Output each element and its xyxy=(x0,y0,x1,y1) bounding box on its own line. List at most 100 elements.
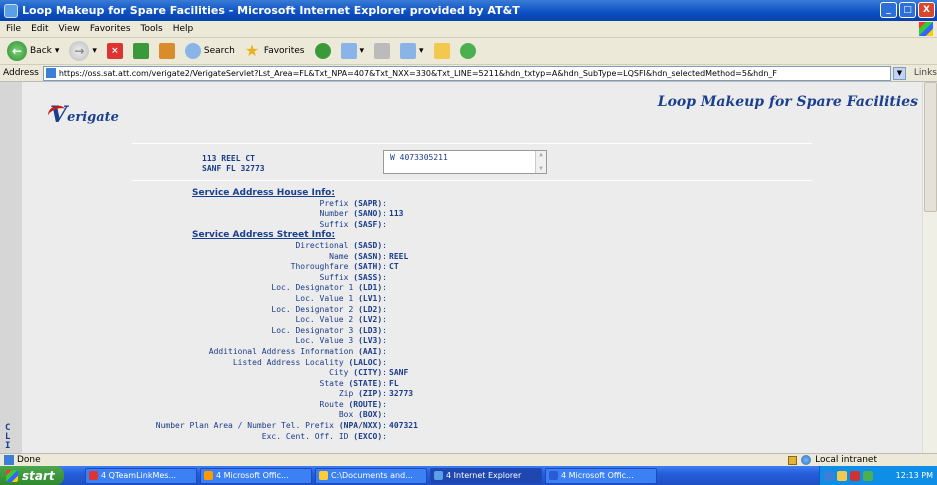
field-value: SANF xyxy=(389,368,409,378)
stop-icon: × xyxy=(106,43,123,59)
field-label: Prefix (SAPR): xyxy=(319,198,387,208)
window-titlebar: Loop Makeup for Spare Facilities - Micro… xyxy=(0,0,937,21)
stop-button[interactable]: × xyxy=(104,43,126,59)
field-row: Number Plan Area / Number Tel. Prefix (N… xyxy=(22,421,922,432)
tray-security-icon[interactable] xyxy=(850,470,860,481)
field-label: Directional (SASD): xyxy=(295,240,387,250)
taskbar-button[interactable]: C:\Documents and... xyxy=(315,467,427,484)
print-icon xyxy=(374,43,391,59)
field-code: (LD2) xyxy=(358,304,383,314)
field-value: FL xyxy=(389,378,399,388)
field-code: (LV1) xyxy=(358,293,383,303)
field-label: State (STATE): xyxy=(319,378,387,388)
telephone-number-textarea[interactable]: W 4073305211 ▲ ▼ xyxy=(383,150,547,174)
media-button[interactable] xyxy=(312,43,334,59)
page-icon xyxy=(45,68,56,78)
divider xyxy=(132,180,812,181)
field-row: Zip (ZIP): 32773 xyxy=(22,389,922,400)
menu-edit[interactable]: Edit xyxy=(31,24,48,34)
close-button[interactable]: X xyxy=(918,2,935,18)
field-code: (LALOC) xyxy=(348,357,383,367)
menu-tools[interactable]: Tools xyxy=(141,24,163,34)
field-code: (STATE) xyxy=(348,378,383,388)
field-code: (CITY) xyxy=(353,368,383,378)
field-label: Loc. Designator 3 (LD3): xyxy=(271,325,387,335)
start-label: start xyxy=(22,468,55,483)
page-icon xyxy=(4,455,14,465)
field-value: CT xyxy=(389,262,399,272)
task-label: 4 QTeamLinkMes... xyxy=(101,471,177,480)
field-row: Loc. Designator 2 (LD2): xyxy=(22,305,922,316)
field-row: Additional Address Information (AAI): xyxy=(22,347,922,358)
menu-view[interactable]: View xyxy=(59,24,80,34)
service-address-line2: SANF FL 32773 xyxy=(202,164,265,173)
field-label: Number Plan Area / Number Tel. Prefix (N… xyxy=(155,421,387,431)
chevron-down-icon[interactable]: ▾ xyxy=(55,46,60,56)
field-row: Thoroughfare (SATH): CT xyxy=(22,262,922,273)
mail-button[interactable]: ▾ xyxy=(397,43,427,59)
back-arrow-icon: ← xyxy=(7,41,27,61)
field-label: Exc. Cent. Off. ID (EXCO): xyxy=(261,431,387,441)
star-icon: ★ xyxy=(244,41,260,60)
folder-button[interactable] xyxy=(431,43,453,59)
field-row: Listed Address Locality (LALOC): xyxy=(22,358,922,369)
messenger-button[interactable] xyxy=(457,43,479,59)
home-button[interactable] xyxy=(156,43,178,59)
taskbar-button[interactable]: 4 Microsoft Offic... xyxy=(545,467,657,484)
menu-file[interactable]: File xyxy=(6,24,21,34)
forward-arrow-icon: → xyxy=(69,41,90,61)
verigate-logo: Verigate xyxy=(46,102,119,128)
address-label: Address xyxy=(3,68,39,78)
field-row: Route (ROUTE): xyxy=(22,400,922,411)
search-button[interactable]: Search xyxy=(182,43,238,59)
search-label: Search xyxy=(203,46,235,56)
left-frame: C L I xyxy=(0,82,22,453)
page-content: C L I Verigate Loop Makeup for Spare Fac… xyxy=(0,82,937,453)
field-code: (SASN) xyxy=(353,251,383,261)
field-value: REEL xyxy=(389,251,409,261)
start-button[interactable]: start xyxy=(0,466,64,485)
field-label: Box (BOX): xyxy=(338,410,387,420)
task-app-icon xyxy=(549,471,558,480)
task-app-icon xyxy=(319,471,328,480)
print-button[interactable] xyxy=(371,43,393,59)
chevron-down-icon[interactable]: ▾ xyxy=(360,46,365,56)
field-row: Number (SANO): 113 xyxy=(22,209,922,220)
address-dropdown-button[interactable]: ▼ xyxy=(892,66,906,80)
scrollbar-thumb[interactable] xyxy=(924,82,937,212)
tray-network-icon[interactable] xyxy=(824,470,834,481)
field-code: (SAPR) xyxy=(353,198,383,208)
minimize-button[interactable]: _ xyxy=(880,2,897,18)
chevron-down-icon[interactable]: ▾ xyxy=(92,46,97,56)
system-tray: 12:13 PM xyxy=(819,466,937,485)
field-code: (SATH) xyxy=(353,262,383,272)
favorites-button[interactable]: ★ Favorites xyxy=(242,43,308,59)
taskbar-button[interactable]: 4 Internet Explorer xyxy=(430,467,542,484)
back-button[interactable]: ← Back ▾ xyxy=(4,41,62,61)
main-frame: Verigate Loop Makeup for Spare Facilitie… xyxy=(22,82,922,453)
field-row: Loc. Value 3 (LV3): xyxy=(22,336,922,347)
textarea-scrollbar[interactable]: ▲ ▼ xyxy=(535,151,546,173)
history-button[interactable]: ▾ xyxy=(338,43,368,59)
favorites-label: Favorites xyxy=(263,46,305,56)
task-app-icon xyxy=(204,471,213,480)
forward-button[interactable]: → ▾ xyxy=(66,41,100,61)
maximize-button[interactable]: □ xyxy=(899,2,916,18)
field-row: Suffix (SASF): xyxy=(22,220,922,231)
chevron-down-icon[interactable]: ▾ xyxy=(419,46,424,56)
field-code: (SASF) xyxy=(353,219,383,229)
tray-app-icon[interactable] xyxy=(837,470,847,481)
refresh-button[interactable] xyxy=(130,43,152,59)
media-icon xyxy=(314,43,331,59)
address-input[interactable]: https://oss.sat.att.com/verigate2/Veriga… xyxy=(42,65,891,81)
menu-favorites[interactable]: Favorites xyxy=(90,24,131,34)
vertical-scrollbar[interactable] xyxy=(922,82,937,453)
zone-label: Local intranet xyxy=(815,455,877,465)
tray-messenger-icon[interactable] xyxy=(863,470,873,481)
taskbar-button[interactable]: 4 Microsoft Offic... xyxy=(200,467,312,484)
field-label: Loc. Value 3 (LV3): xyxy=(295,336,387,346)
links-button[interactable]: Links xyxy=(914,68,937,78)
task-label: 4 Microsoft Offic... xyxy=(561,471,634,480)
taskbar-button[interactable]: 4 QTeamLinkMes... xyxy=(85,467,197,484)
menu-help[interactable]: Help xyxy=(173,24,194,34)
